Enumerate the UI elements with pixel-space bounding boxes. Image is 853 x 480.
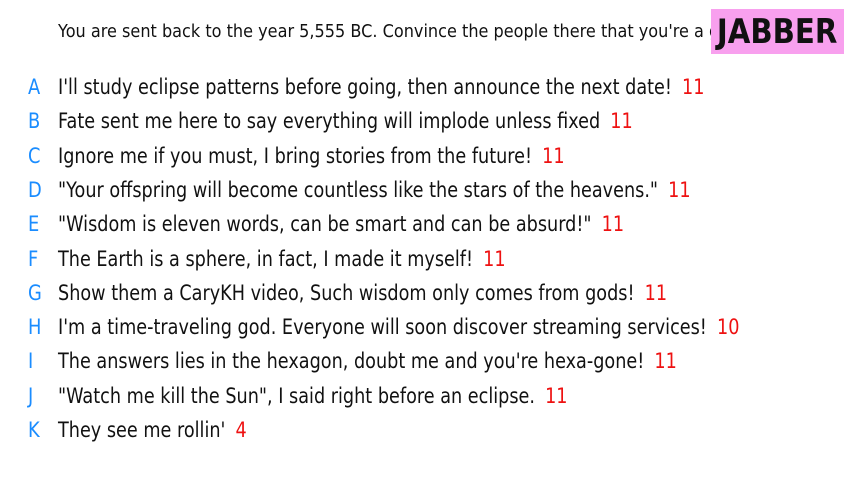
answer-row-i[interactable]: I The answers lies in the hexagon, doubt… bbox=[0, 344, 853, 378]
logo-text: JABBER bbox=[717, 11, 838, 52]
answer-content: "Your offspring will become countless li… bbox=[58, 178, 691, 202]
answer-text: I'm a time-traveling god. Everyone will … bbox=[58, 315, 707, 340]
answer-content: I'm a time-traveling god. Everyone will … bbox=[58, 315, 739, 339]
answer-content: The Earth is a sphere, in fact, I made i… bbox=[58, 247, 506, 271]
answer-letter: A bbox=[28, 75, 41, 99]
answer-letter: E bbox=[28, 212, 40, 237]
answer-score: 11 bbox=[644, 280, 668, 305]
answer-letter: K bbox=[28, 418, 40, 442]
answer-text: "Your offspring will become countless li… bbox=[58, 177, 659, 202]
answer-row-h[interactable]: H I'm a time-traveling god. Everyone wil… bbox=[0, 310, 853, 344]
answer-text: They see me rollin' bbox=[58, 418, 226, 442]
answer-text: "Watch me kill the Sun", I said right be… bbox=[58, 383, 536, 408]
answer-content: Ignore me if you must, I bring stories f… bbox=[58, 144, 565, 168]
answer-row-b[interactable]: B Fate sent me here to say everything wi… bbox=[0, 104, 853, 138]
answer-letter: B bbox=[28, 109, 41, 134]
answer-content: Show them a CaryKH video, Such wisdom on… bbox=[58, 281, 667, 305]
answer-content: Fate sent me here to say everything will… bbox=[58, 109, 633, 133]
answer-row-a[interactable]: A I'll study eclipse patterns before goi… bbox=[0, 70, 853, 104]
answer-row-d[interactable]: D "Your offspring will become countless … bbox=[0, 173, 853, 207]
answer-text: Show them a CaryKH video, Such wisdom on… bbox=[58, 280, 635, 305]
answer-score: 11 bbox=[654, 349, 677, 374]
answer-row-e[interactable]: E "Wisdom is eleven words, can be smart … bbox=[0, 207, 853, 241]
answer-letter: H bbox=[28, 315, 42, 340]
answer-score: 11 bbox=[545, 383, 568, 408]
answer-row-g[interactable]: G Show them a CaryKH video, Such wisdom … bbox=[0, 276, 853, 310]
answer-row-k[interactable]: K They see me rollin' 4 bbox=[0, 413, 853, 447]
answer-letter: C bbox=[28, 143, 41, 168]
answer-text: Fate sent me here to say everything will… bbox=[58, 109, 601, 134]
answer-score: 11 bbox=[668, 177, 691, 202]
answer-letter: J bbox=[28, 383, 34, 408]
answer-score: 11 bbox=[601, 212, 625, 237]
prompt-text: You are sent back to the year 5,555 BC. … bbox=[58, 22, 745, 42]
answer-row-c[interactable]: C Ignore me if you must, I bring stories… bbox=[0, 139, 853, 173]
answer-score: 4 bbox=[235, 418, 247, 442]
answer-score: 11 bbox=[682, 75, 705, 99]
answer-text: I'll study eclipse patterns before going… bbox=[58, 75, 672, 99]
answer-row-f[interactable]: F The Earth is a sphere, in fact, I made… bbox=[0, 242, 853, 276]
answer-content: I'll study eclipse patterns before going… bbox=[58, 75, 705, 99]
answer-letter: D bbox=[28, 177, 42, 202]
answer-letter: G bbox=[28, 280, 42, 305]
answer-letter: F bbox=[28, 246, 39, 271]
answer-score: 11 bbox=[483, 246, 506, 271]
answer-content: "Wisdom is eleven words, can be smart an… bbox=[58, 212, 624, 236]
answer-score: 11 bbox=[610, 109, 633, 134]
jabber-logo: JABBER bbox=[711, 9, 844, 54]
answer-text: The answers lies in the hexagon, doubt m… bbox=[58, 349, 645, 374]
answer-score: 10 bbox=[716, 315, 740, 340]
answer-text: Ignore me if you must, I bring stories f… bbox=[58, 143, 533, 168]
answer-content: They see me rollin' 4 bbox=[58, 418, 247, 442]
answer-text: "Wisdom is eleven words, can be smart an… bbox=[58, 212, 592, 237]
answer-text: The Earth is a sphere, in fact, I made i… bbox=[58, 246, 474, 271]
answer-content: The answers lies in the hexagon, doubt m… bbox=[58, 349, 677, 373]
answer-score: 11 bbox=[542, 143, 565, 168]
answer-content: "Watch me kill the Sun", I said right be… bbox=[58, 384, 568, 408]
answer-row-j[interactable]: J "Watch me kill the Sun", I said right … bbox=[0, 379, 853, 413]
answer-letter: I bbox=[28, 349, 34, 374]
